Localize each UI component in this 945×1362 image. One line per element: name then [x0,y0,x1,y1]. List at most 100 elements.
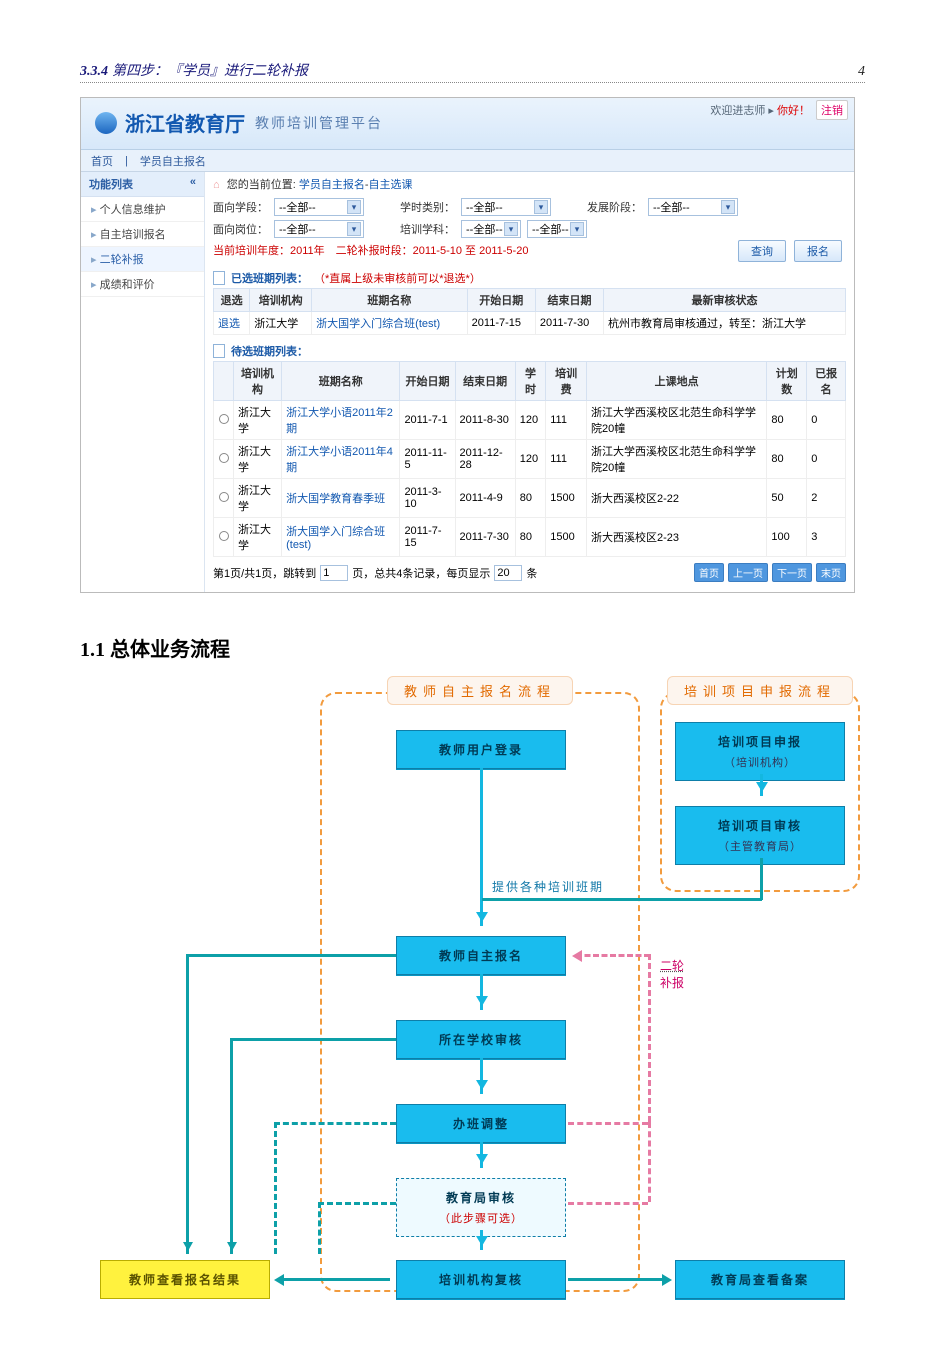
cell-org: 浙江大学 [234,440,282,479]
unselect-link[interactable]: 退选 [218,318,240,330]
connector [230,1038,396,1041]
row-radio[interactable] [219,414,229,424]
table-row: 浙江大学浙江大学小语2011年2期2011-7-12011-8-30120111… [214,401,846,440]
label-provide: 提供各种培训班期 [492,878,604,895]
th-signed: 已报名 [807,362,846,401]
lbl-stage: 面向学段： [213,199,268,215]
th-radio [214,362,234,401]
select-post[interactable]: --全部--▾ [274,220,364,238]
lbl-credit: 学时类别： [400,199,455,215]
jump-page-input[interactable] [320,565,348,581]
menu-home[interactable]: 首页 [91,153,113,169]
select-phase[interactable]: --全部--▾ [648,198,738,216]
table-row: 退选 浙江大学 浙大国学入门综合班(test) 2011-7-15 2011-7… [214,312,846,335]
table-row: 浙江大学浙大国学教育春季班2011-3-102011-4-9801500浙大西溪… [214,479,846,518]
cell-name[interactable]: 浙大国学教育春季班 [282,479,400,518]
app-header: 欢迎进志师 ▸ 你好！ 注销 浙江省教育厅 教师培训管理平台 [81,98,854,150]
select-subject-1[interactable]: --全部--▾ [461,220,521,238]
row-radio[interactable] [219,531,229,541]
table-row: 浙江大学浙江大学小语2011年4期2011-11-52011-12-281201… [214,440,846,479]
cell-fee: 111 [546,440,587,479]
org-name: 浙江省教育厅 [125,108,245,137]
menu-self-signup[interactable]: 学员自主报名 [140,153,206,169]
document-icon [213,271,225,285]
toc-page: 4 [858,64,865,80]
welcome-text: 欢迎进志师 ▸ 你好！ [710,102,810,118]
cell-start: 2011-7-15 [400,518,455,557]
node-edu-record: 教育局查看备案 [675,1260,845,1299]
arrow-right [568,1278,668,1281]
cell-hours: 120 [515,401,545,440]
arrow-down [480,974,483,1010]
available-list-title: 待选班期列表： [213,343,846,359]
next-page-button[interactable]: 下一页 [772,563,812,582]
cell-name[interactable]: 浙江大学小语2011年2期 [282,401,400,440]
cell-name[interactable]: 浙江大学小语2011年4期 [282,440,400,479]
arrow-down [480,1058,483,1094]
connector [760,858,763,900]
platform-name: 教师培训管理平台 [255,113,383,133]
cell-signed: 2 [807,479,846,518]
logout-button[interactable]: 注销 [816,100,848,120]
node-adjust: 办班调整 [396,1104,566,1143]
cell-plan: 100 [767,518,807,557]
cell-start: 2011-7-15 [467,312,535,335]
th-org: 培训机构 [234,362,282,401]
page-size-input[interactable] [494,565,522,581]
sidebar-item-self-train[interactable]: 自主培训报名 [81,222,204,247]
sidebar-item-scores[interactable]: 成绩和评价 [81,272,204,297]
cell-plan: 80 [767,401,807,440]
node-signup: 教师自主报名 [396,936,566,975]
cell-fee: 111 [546,401,587,440]
select-stage[interactable]: --全部--▾ [274,198,364,216]
section-heading-1-1: 1.1 总体业务流程 [80,633,865,662]
cell-status: 杭州市教育局审核通过，转至：浙江大学 [604,312,846,335]
row-radio[interactable] [219,453,229,463]
node-school-check: 所在学校审核 [396,1020,566,1059]
node-proj-apply: 培训项目申报 （培训机构） [675,722,845,781]
main-panel: ⌂ 您的当前位置: 学员自主报名-自主选课 面向学段： --全部--▾ 学时类别… [205,172,854,592]
sidebar-item-profile[interactable]: 个人信息维护 [81,197,204,222]
sidebar-item-round2[interactable]: 二轮补报 [81,247,204,272]
last-page-button[interactable]: 末页 [816,563,846,582]
th-fee: 培训费 [546,362,587,401]
cell-org: 浙江大学 [234,479,282,518]
label-round2: 二轮补报 [660,958,684,992]
available-table: 培训机构 班期名称 开始日期 结束日期 学时 培训费 上课地点 计划数 已报名 … [213,361,846,557]
select-subject-2[interactable]: --全部--▾ [527,220,587,238]
arrow-down [480,1230,483,1250]
first-page-button[interactable]: 首页 [694,563,724,582]
cell-name[interactable]: 浙大国学入门综合班(test) [312,312,468,335]
th-action: 退选 [214,289,250,312]
th-end: 结束日期 [535,289,603,312]
connector [230,1038,233,1254]
th-status: 最新审核状态 [604,289,846,312]
cell-loc: 浙大西溪校区2-23 [586,518,766,557]
node-login: 教师用户登录 [396,730,566,769]
app-window: 欢迎进志师 ▸ 你好！ 注销 浙江省教育厅 教师培训管理平台 首页 | 学员自主… [80,97,855,593]
pager-text: 第1页/共1页，跳转到 [213,565,316,581]
row-radio[interactable] [219,492,229,502]
cell-start: 2011-11-5 [400,440,455,479]
signup-button[interactable]: 报名 [794,240,842,262]
lbl-phase: 发展阶段： [587,199,642,215]
cell-fee: 1500 [546,518,587,557]
connector-dashed [274,1122,396,1125]
connector [482,898,762,901]
cell-end: 2011-4-9 [455,479,515,518]
select-credit[interactable]: --全部--▾ [461,198,551,216]
cell-plan: 50 [767,479,807,518]
cell-name[interactable]: 浙大国学入门综合班(test) [282,518,400,557]
breadcrumb-link-2[interactable]: 自主选课 [369,179,413,191]
th-name: 班期名称 [282,362,400,401]
chevron-down-icon: ▾ [534,200,548,214]
breadcrumb-link-1[interactable]: 学员自主报名 [299,179,365,191]
cell-org: 浙江大学 [234,518,282,557]
document-icon [213,344,225,358]
prev-page-button[interactable]: 上一页 [728,563,768,582]
toc-title[interactable]: 第四步：『学员』进行二轮补报 [112,60,308,80]
collapse-icon[interactable]: « [190,176,196,192]
cell-signed: 0 [807,401,846,440]
cell-hours: 120 [515,440,545,479]
query-button[interactable]: 查询 [738,240,786,262]
